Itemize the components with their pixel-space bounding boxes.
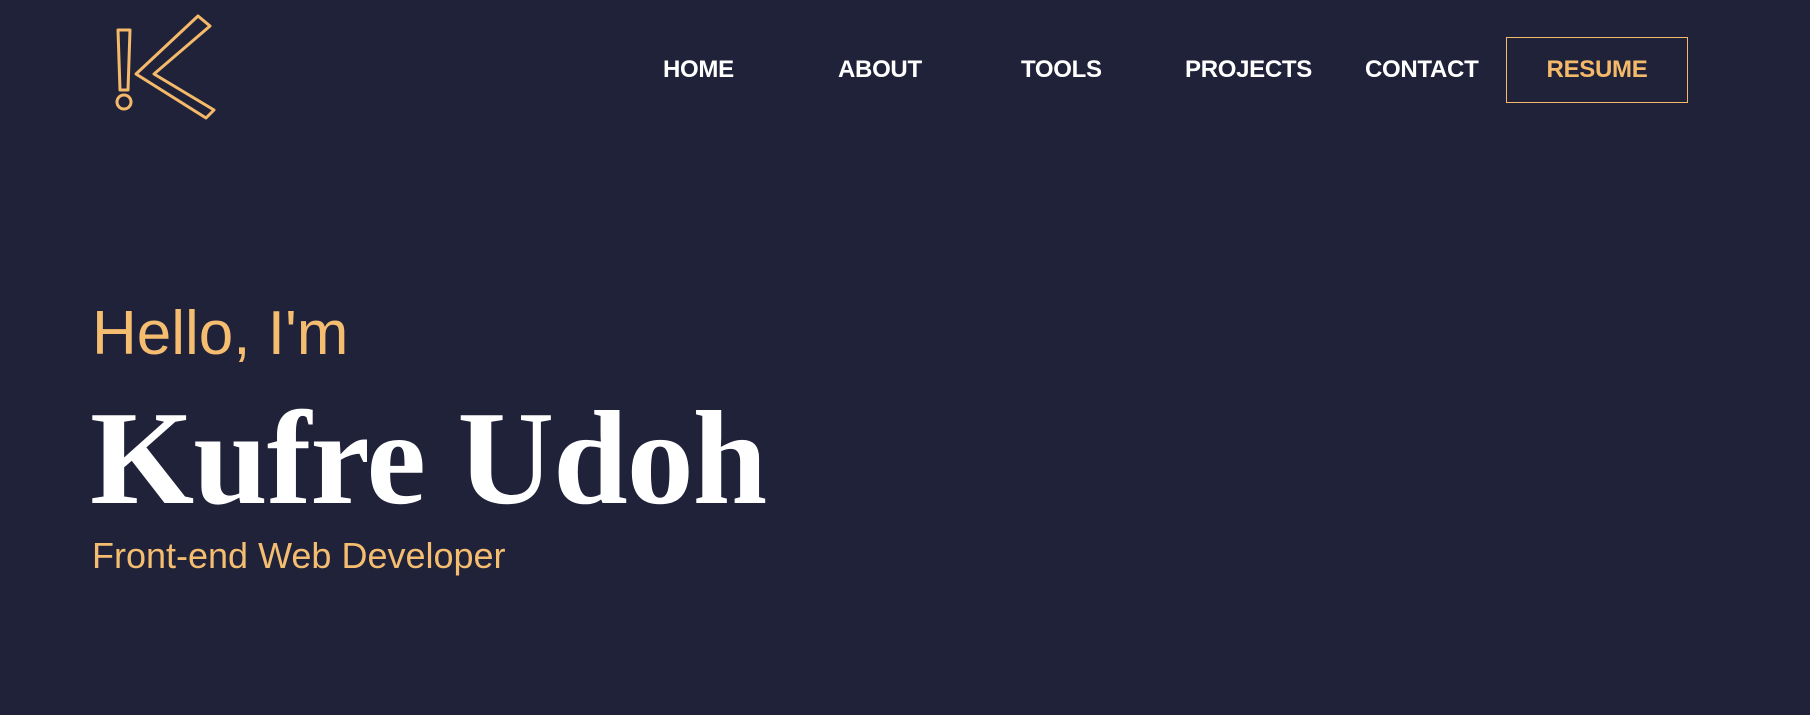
nav-tools-link[interactable]: TOOLS bbox=[1021, 37, 1102, 103]
resume-button[interactable]: RESUME bbox=[1506, 37, 1688, 103]
nav-home-link[interactable]: HOME bbox=[663, 37, 734, 103]
nav-projects-link[interactable]: PROJECTS bbox=[1185, 37, 1312, 103]
hero-greeting: Hello, I'm bbox=[92, 299, 349, 368]
nav-about-link[interactable]: ABOUT bbox=[838, 37, 922, 103]
hero-name: Kufre Udoh bbox=[90, 384, 767, 532]
nav-contact-link[interactable]: CONTACT bbox=[1365, 37, 1479, 103]
main-navigation: HOME ABOUT TOOLS PROJECTS CONTACT RESUME bbox=[0, 37, 1810, 103]
hero-role: Front-end Web Developer bbox=[92, 535, 506, 576]
